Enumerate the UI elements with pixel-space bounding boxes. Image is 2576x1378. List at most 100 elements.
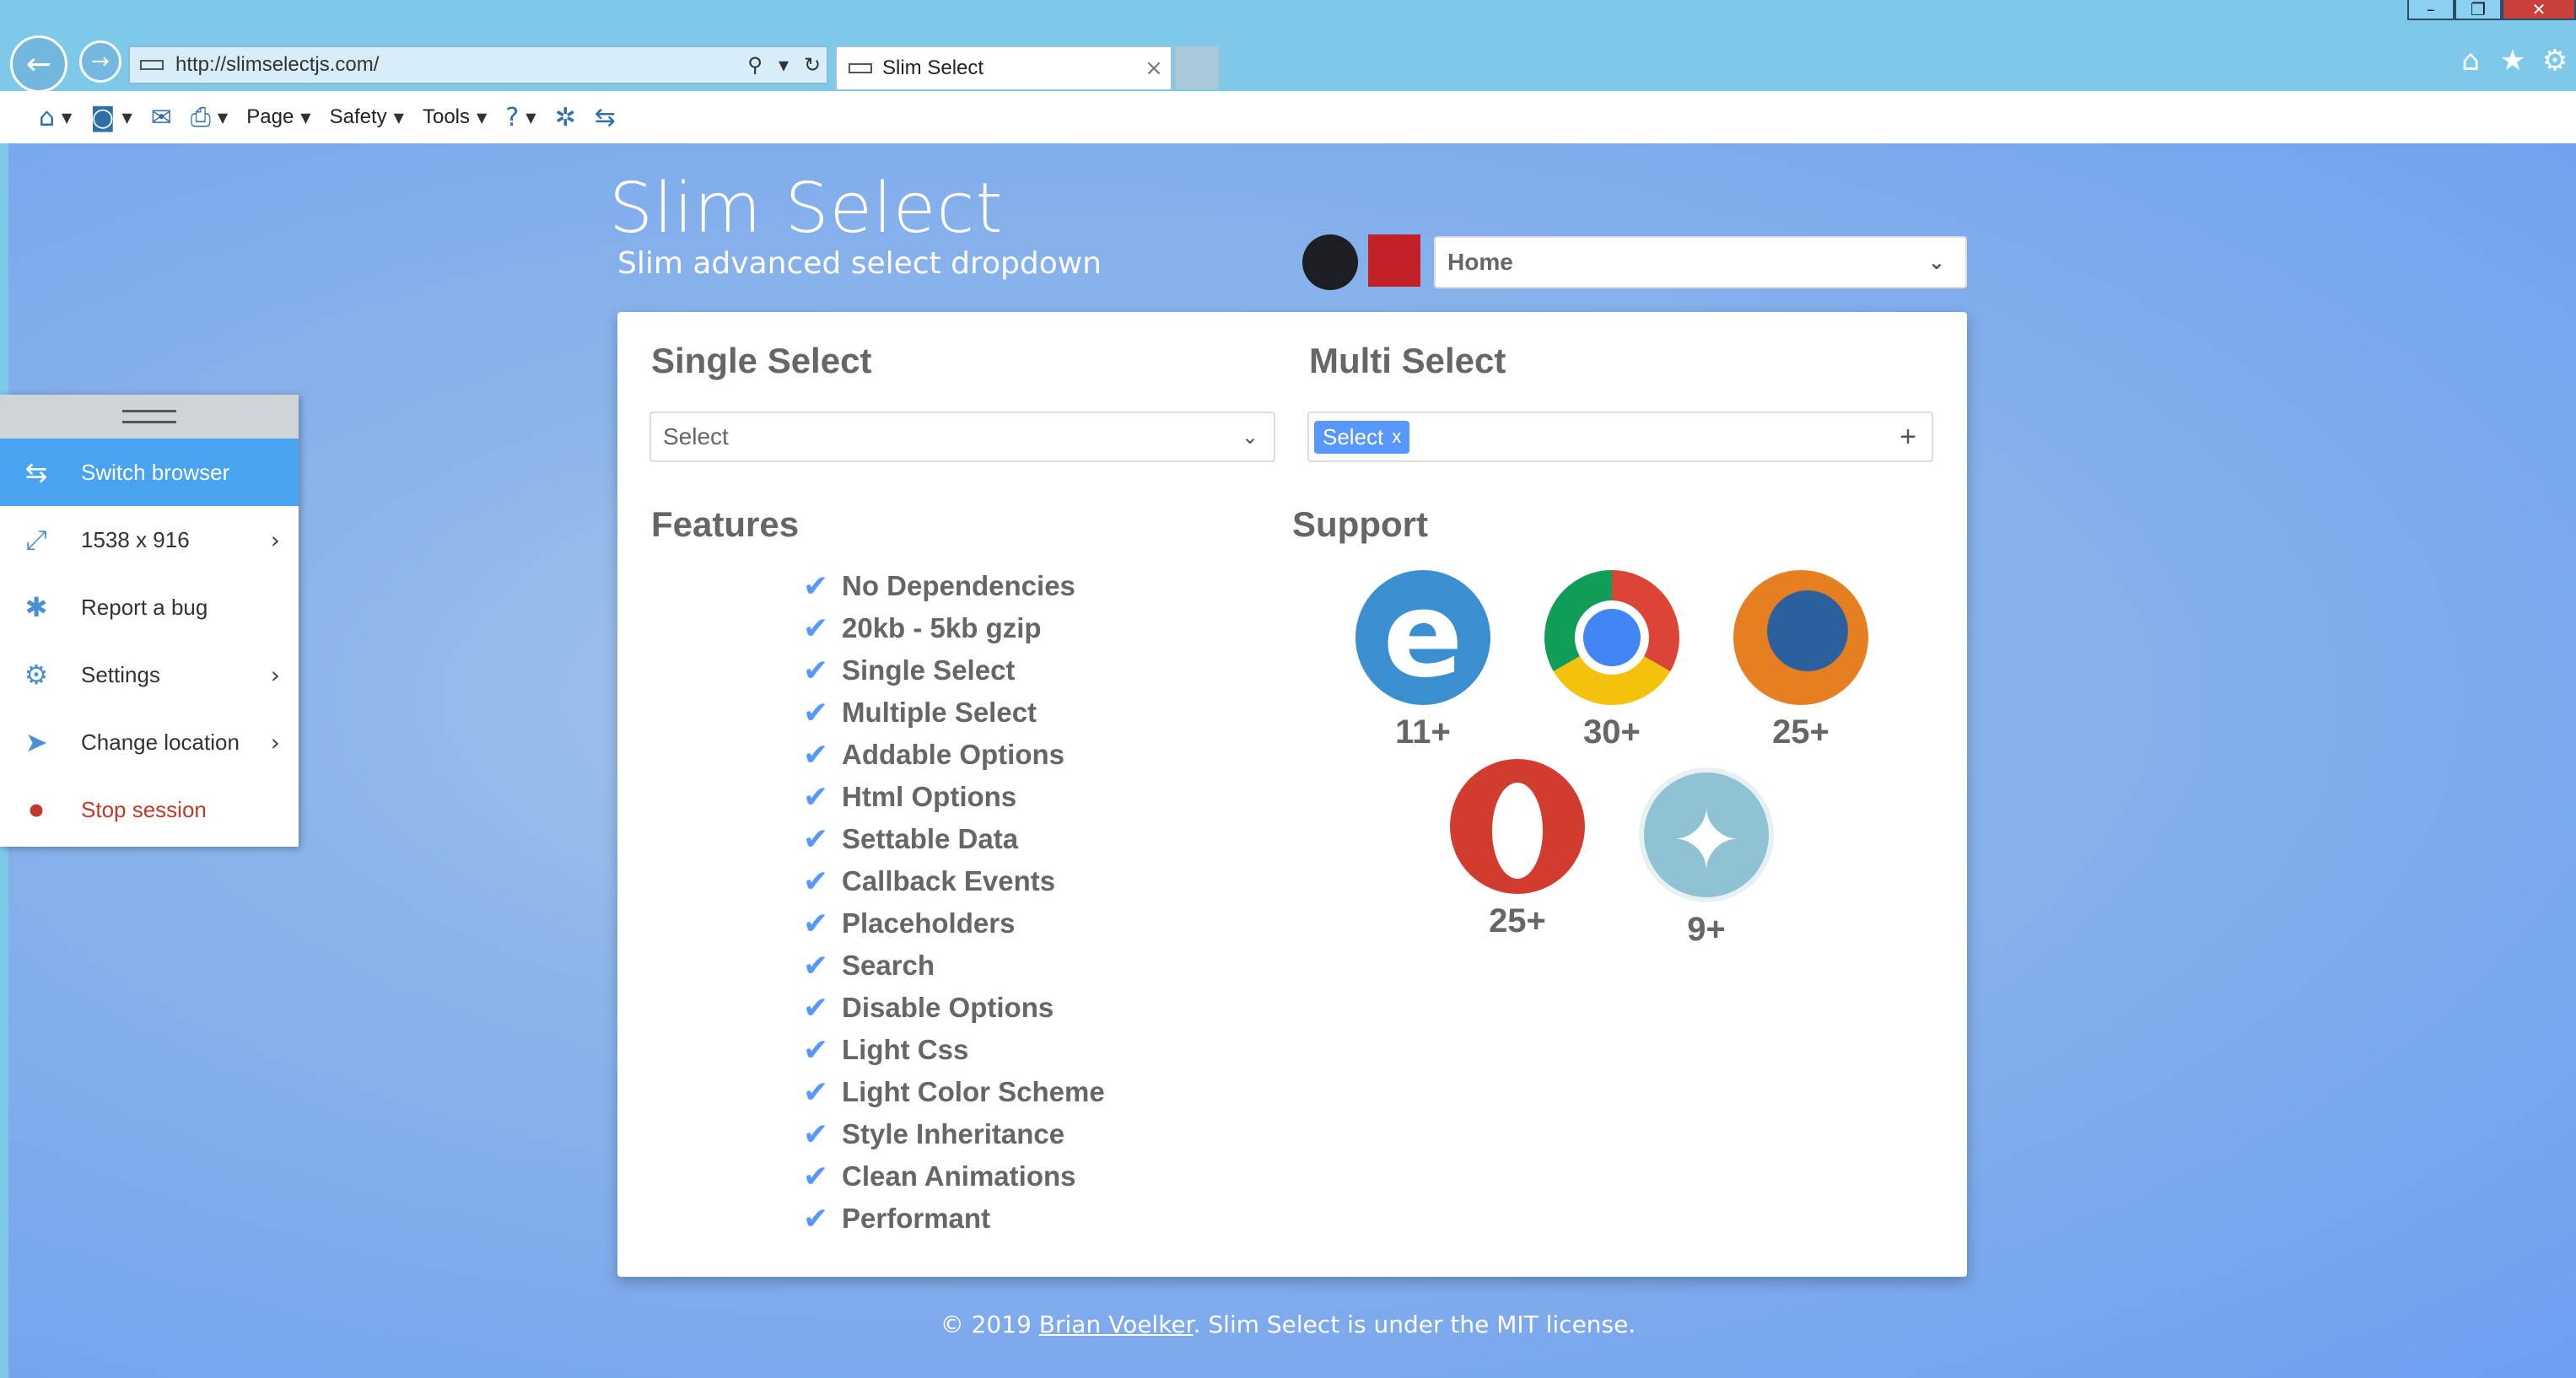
home-command[interactable]: ⌂ ▼ — [39, 103, 72, 132]
forward-button[interactable]: → — [79, 40, 121, 83]
search-icon[interactable]: ⚲ — [741, 53, 769, 77]
feature-label: Light Color Scheme — [842, 1076, 1105, 1107]
checkmark-icon: ✔ — [803, 906, 829, 941]
favorites-star-icon[interactable]: ★ — [2492, 44, 2534, 78]
content-card: Single Select Multi Select Select ⌄ Sele… — [617, 312, 1967, 1277]
feature-label: Html Options — [842, 781, 1017, 812]
tab-close-icon[interactable]: × — [1137, 56, 1171, 81]
settings-item[interactable]: ⚙ Settings › — [0, 641, 299, 708]
tools-menu[interactable]: Tools ▼ — [423, 105, 487, 129]
footer: © 2019 Brian Voelker. Slim Select is und… — [0, 1311, 2576, 1338]
address-bar[interactable]: http://slimselectjs.com/ ⚲ ▾ ↻ — [128, 46, 828, 84]
stop-icon: ⏺ — [29, 793, 43, 826]
stop-session-item[interactable]: ⏺ Stop session — [0, 776, 299, 843]
menu-item-label: Switch browser — [81, 459, 230, 485]
drag-handle[interactable] — [0, 395, 299, 439]
settings-gear-icon[interactable]: ⚙ — [2534, 44, 2576, 78]
add-option-button[interactable]: + — [1900, 421, 1916, 454]
author-link[interactable]: Brian Voelker — [1039, 1311, 1194, 1338]
browser-version: 11+ — [1395, 713, 1451, 751]
resolution-item[interactable]: ⤢ 1538 x 916 › — [0, 506, 299, 573]
developer-tools-icon: ⇆ — [594, 102, 616, 132]
chevron-right-icon: › — [270, 728, 280, 756]
new-tab-button[interactable] — [1174, 46, 1220, 89]
browser-support-opera: 25+ — [1446, 759, 1589, 940]
dropdown-caret-icon[interactable]: ▾ — [769, 53, 798, 77]
feature-label: Clean Animations — [842, 1160, 1076, 1192]
feature-label: Performant — [842, 1203, 991, 1234]
single-select-dropdown[interactable]: Select ⌄ — [649, 412, 1275, 462]
footer-suffix: . Slim Select is under the MIT license. — [1193, 1311, 1636, 1338]
switch-browser-item[interactable]: ⇆ Switch browser — [0, 439, 299, 506]
single-select-placeholder: Select — [663, 423, 729, 449]
tab-title: Slim Select — [882, 57, 984, 79]
read-mail-command[interactable]: ✉ — [151, 103, 172, 132]
change-location-item[interactable]: ➤ Change location › — [0, 708, 299, 776]
back-button[interactable]: ← — [10, 35, 67, 93]
feature-label: Callback Events — [842, 865, 1056, 896]
checkmark-icon: ✔ — [803, 821, 829, 857]
refresh-icon[interactable]: ↻ — [798, 53, 827, 77]
nav-select-value: Home — [1447, 249, 1513, 275]
home-icon: ⌂ — [39, 102, 56, 132]
chip-remove-button[interactable]: x — [1392, 426, 1401, 448]
page-title: Slim Select — [609, 169, 1004, 249]
npm-icon[interactable] — [1368, 234, 1420, 287]
nav-select[interactable]: Home ⌄ — [1434, 236, 1967, 288]
browser-version: 25+ — [1772, 713, 1830, 751]
page-menu[interactable]: Page ▼ — [246, 105, 310, 129]
feature-item: ✔ Multiple Select — [803, 692, 1105, 734]
feature-item: ✔ 20kb - 5kb gzip — [803, 607, 1105, 649]
feature-label: Addable Options — [842, 739, 1064, 770]
menu-item-label: Settings — [81, 661, 160, 687]
developer-command[interactable]: ⇆ — [595, 103, 616, 132]
help-icon: ? — [505, 102, 520, 132]
chip-label: Select — [1323, 423, 1384, 449]
home-icon[interactable]: ⌂ — [2449, 44, 2492, 78]
checkmark-icon: ✔ — [803, 864, 829, 899]
github-icon[interactable] — [1302, 234, 1358, 290]
restore-button[interactable]: ❐ — [2455, 0, 2502, 20]
session-side-menu: ⇆ Switch browser ⤢ 1538 x 916 › ✱ Report… — [0, 395, 299, 847]
checkmark-icon: ✔ — [803, 1032, 829, 1068]
browser-support-firefox: 25+ — [1729, 570, 1873, 751]
feature-item: ✔ Light Color Scheme — [803, 1071, 1105, 1113]
menu-item-label: Change location — [81, 729, 240, 755]
checkmark-icon: ✔ — [803, 990, 829, 1025]
page-icon — [140, 60, 164, 70]
feature-label: Multiple Select — [842, 697, 1037, 728]
chevron-down-icon: ▼ — [525, 109, 536, 126]
extension-icon: ✲ — [554, 102, 576, 132]
feature-label: Style Inheritance — [842, 1118, 1065, 1149]
feature-item: ✔ Disable Options — [803, 987, 1105, 1029]
footer-prefix: © 2019 — [940, 1311, 1039, 1338]
tab-page-icon — [849, 63, 872, 73]
checkmark-icon: ✔ — [803, 1117, 829, 1152]
print-command[interactable]: ⎙ ▼ — [191, 103, 228, 132]
feeds-command[interactable]: ◙ ▼ — [90, 103, 132, 132]
minimize-button[interactable]: – — [2407, 0, 2455, 20]
address-url[interactable]: http://slimselectjs.com/ — [175, 53, 741, 77]
feature-label: Search — [842, 950, 935, 981]
feature-item: ✔ Callback Events — [803, 860, 1105, 902]
feature-label: Disable Options — [842, 992, 1054, 1023]
checkmark-icon: ✔ — [803, 611, 829, 646]
multi-select-dropdown[interactable]: Select x + — [1307, 412, 1933, 462]
safety-menu[interactable]: Safety ▼ — [330, 105, 404, 129]
chevron-down-icon: ▼ — [62, 109, 73, 126]
close-window-button[interactable]: ✕ — [2502, 0, 2576, 20]
checkmark-icon: ✔ — [803, 1074, 829, 1110]
browser-tab[interactable]: Slim Select × — [835, 46, 1172, 89]
feature-label: 20kb - 5kb gzip — [842, 612, 1042, 643]
feature-item: ✔ No Dependencies — [803, 565, 1105, 607]
browser-version: 25+ — [1489, 902, 1546, 939]
help-menu[interactable]: ? ▼ — [505, 103, 536, 132]
checkmark-icon: ✔ — [803, 695, 829, 730]
report-bug-item[interactable]: ✱ Report a bug — [0, 573, 299, 641]
back-arrow-icon: ← — [25, 46, 52, 82]
checkmark-icon: ✔ — [803, 568, 829, 604]
browser-version: 9+ — [1687, 911, 1726, 948]
menu-item-label: Stop session — [81, 796, 207, 822]
extension-command[interactable]: ✲ — [555, 103, 576, 132]
checkmark-icon: ✔ — [803, 653, 829, 688]
